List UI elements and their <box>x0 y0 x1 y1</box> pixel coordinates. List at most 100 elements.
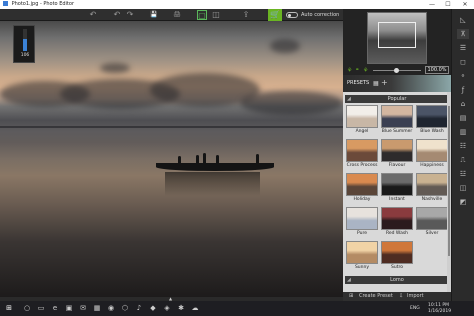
preset-thumbnail[interactable]: Pure <box>346 207 378 238</box>
photo-canvas[interactable] <box>0 21 343 297</box>
histogram-icon[interactable]: ◺ <box>457 15 469 25</box>
preset-thumbnail[interactable]: Silver <box>416 207 448 238</box>
zoom-value-input[interactable]: 100.0% <box>425 66 449 74</box>
taskbar-app-icon[interactable]: ◆ <box>148 304 158 313</box>
preset-image[interactable] <box>416 207 448 230</box>
preset-thumbnail[interactable]: Sutro <box>381 241 413 272</box>
create-preset-icon[interactable]: ⊞ <box>349 292 353 301</box>
preset-image[interactable] <box>381 241 413 264</box>
boat-person <box>216 155 219 163</box>
taskbar-app-icon[interactable]: ▣ <box>64 304 74 313</box>
preset-group-popular[interactable]: ◢ Popular <box>345 95 449 103</box>
collapse-icon[interactable]: ◢ <box>347 95 351 103</box>
undo-all-icon[interactable]: ↶ <box>87 10 99 20</box>
layout-icon[interactable]: ☳ <box>457 169 469 179</box>
texture-icon[interactable]: ▥ <box>457 127 469 137</box>
taskbar-app-icon[interactable]: ✱ <box>176 304 186 313</box>
preset-image[interactable] <box>346 241 378 264</box>
preset-thumbnail[interactable]: Instant <box>381 173 413 204</box>
preset-thumbnail[interactable]: Cross Process <box>346 139 378 170</box>
compare-view-icon[interactable]: ◫ <box>210 10 222 20</box>
add-preset-icon[interactable]: + <box>381 78 388 87</box>
navigator-panel: ⚘ ⚭ ⚘ 100.0% <box>343 9 451 75</box>
zoom-out-icon[interactable]: ⚘ <box>347 66 352 75</box>
cart-icon[interactable]: 🛒 <box>268 9 282 21</box>
preset-image[interactable] <box>346 139 378 162</box>
taskbar-app-icon[interactable]: ○ <box>22 304 32 313</box>
crop-icon[interactable]: ◻ <box>457 57 469 67</box>
navigator-viewport[interactable] <box>378 22 416 48</box>
preset-thumbnail[interactable]: Happiness <box>416 139 448 170</box>
taskbar-app-icon[interactable]: ⬡ <box>120 304 130 313</box>
preset-image[interactable] <box>346 105 378 128</box>
save-icon[interactable]: 💾 <box>148 10 160 20</box>
effects-icon[interactable]: ƒ <box>457 85 469 95</box>
clock-date[interactable]: 1/16/2019 <box>428 309 451 314</box>
create-preset-button[interactable]: Create Preset <box>359 292 393 301</box>
taskbar-app-icon[interactable]: ☁ <box>190 304 200 313</box>
boat-reflection <box>165 172 260 196</box>
frames-icon[interactable]: ☷ <box>457 141 469 151</box>
filters-icon[interactable]: ⚬ <box>457 71 469 81</box>
taskbar-app-icon[interactable]: ▦ <box>92 304 102 313</box>
print-icon[interactable]: 🖨 <box>171 10 183 20</box>
import-icon[interactable]: ⇩ <box>399 292 403 301</box>
preset-image[interactable] <box>346 207 378 230</box>
preset-thumbnail[interactable]: Blue Summer <box>381 105 413 136</box>
preset-image[interactable] <box>416 139 448 162</box>
expand-icon[interactable]: ◢ <box>347 276 351 284</box>
taskbar-app-icon[interactable]: ▭ <box>36 304 46 313</box>
close-button[interactable]: ✕ <box>459 0 471 9</box>
adjustments-icon[interactable]: ☰ <box>457 43 469 53</box>
taskbar-app-icon[interactable]: ♪ <box>134 304 144 313</box>
zoom-in-icon[interactable]: ⚘ <box>363 66 368 75</box>
layers-icon[interactable]: ▤ <box>457 113 469 123</box>
preset-image[interactable] <box>381 207 413 230</box>
zoom-slider-knob[interactable] <box>394 68 399 73</box>
zoom-fit-icon[interactable]: ⚭ <box>355 66 359 75</box>
home-icon[interactable]: ⌂ <box>457 99 469 109</box>
presets-header: PRESETS ▦ + <box>343 75 451 92</box>
preset-thumbnail[interactable]: Angel <box>346 105 378 136</box>
preset-thumbnail[interactable]: Red Wash <box>381 207 413 238</box>
taskbar-app-icon[interactable]: e <box>50 304 60 313</box>
preset-image[interactable] <box>381 105 413 128</box>
navigator-thumbnail[interactable] <box>367 12 427 64</box>
share-icon[interactable]: ⇪ <box>240 10 252 20</box>
presets-scroll-thumb[interactable] <box>448 106 450 256</box>
preset-image[interactable] <box>381 139 413 162</box>
preset-image[interactable] <box>416 173 448 196</box>
clock-time[interactable]: 10:11 PM <box>428 303 449 308</box>
preset-name: Angel <box>355 129 369 134</box>
minimize-button[interactable]: — <box>426 0 438 9</box>
undo-icon[interactable]: ↶ <box>111 10 123 20</box>
auto-correction-toggle[interactable] <box>286 12 298 18</box>
taskbar-app-icon[interactable]: ◈ <box>162 304 172 313</box>
preset-thumbnail[interactable]: Blue Wash <box>416 105 448 136</box>
brush-size-widget[interactable]: 106 <box>13 25 35 63</box>
text-icon[interactable]: ⎍ <box>457 155 469 165</box>
redo-icon[interactable]: ↷ <box>124 10 136 20</box>
preset-name: Blue Wash <box>420 129 444 134</box>
single-view-icon[interactable]: ▢ <box>197 10 207 20</box>
preset-thumbnail[interactable]: Nashville <box>416 173 448 204</box>
start-button[interactable]: ⊞ <box>4 304 14 313</box>
grid-icon[interactable]: ▦ <box>373 80 379 87</box>
language-indicator[interactable]: ENG <box>410 306 420 311</box>
preset-thumbnail[interactable]: Flavour <box>381 139 413 170</box>
import-button[interactable]: Import <box>407 292 424 301</box>
export-icon[interactable]: ◩ <box>457 197 469 207</box>
compare-icon[interactable]: ◫ <box>457 183 469 193</box>
boat-person <box>178 156 181 164</box>
cloud <box>240 91 343 115</box>
preset-thumbnail[interactable]: Holiday <box>346 173 378 204</box>
taskbar-app-icon[interactable]: ✉ <box>78 304 88 313</box>
preset-group-lomo[interactable]: ◢ Lomo <box>345 276 449 284</box>
curves-icon[interactable]: ⊼ <box>457 29 469 39</box>
maximize-button[interactable]: ☐ <box>442 0 454 9</box>
preset-image[interactable] <box>346 173 378 196</box>
preset-image[interactable] <box>416 105 448 128</box>
preset-thumbnail[interactable]: Sunny <box>346 241 378 272</box>
preset-image[interactable] <box>381 173 413 196</box>
taskbar-app-icon[interactable]: ◉ <box>106 304 116 313</box>
